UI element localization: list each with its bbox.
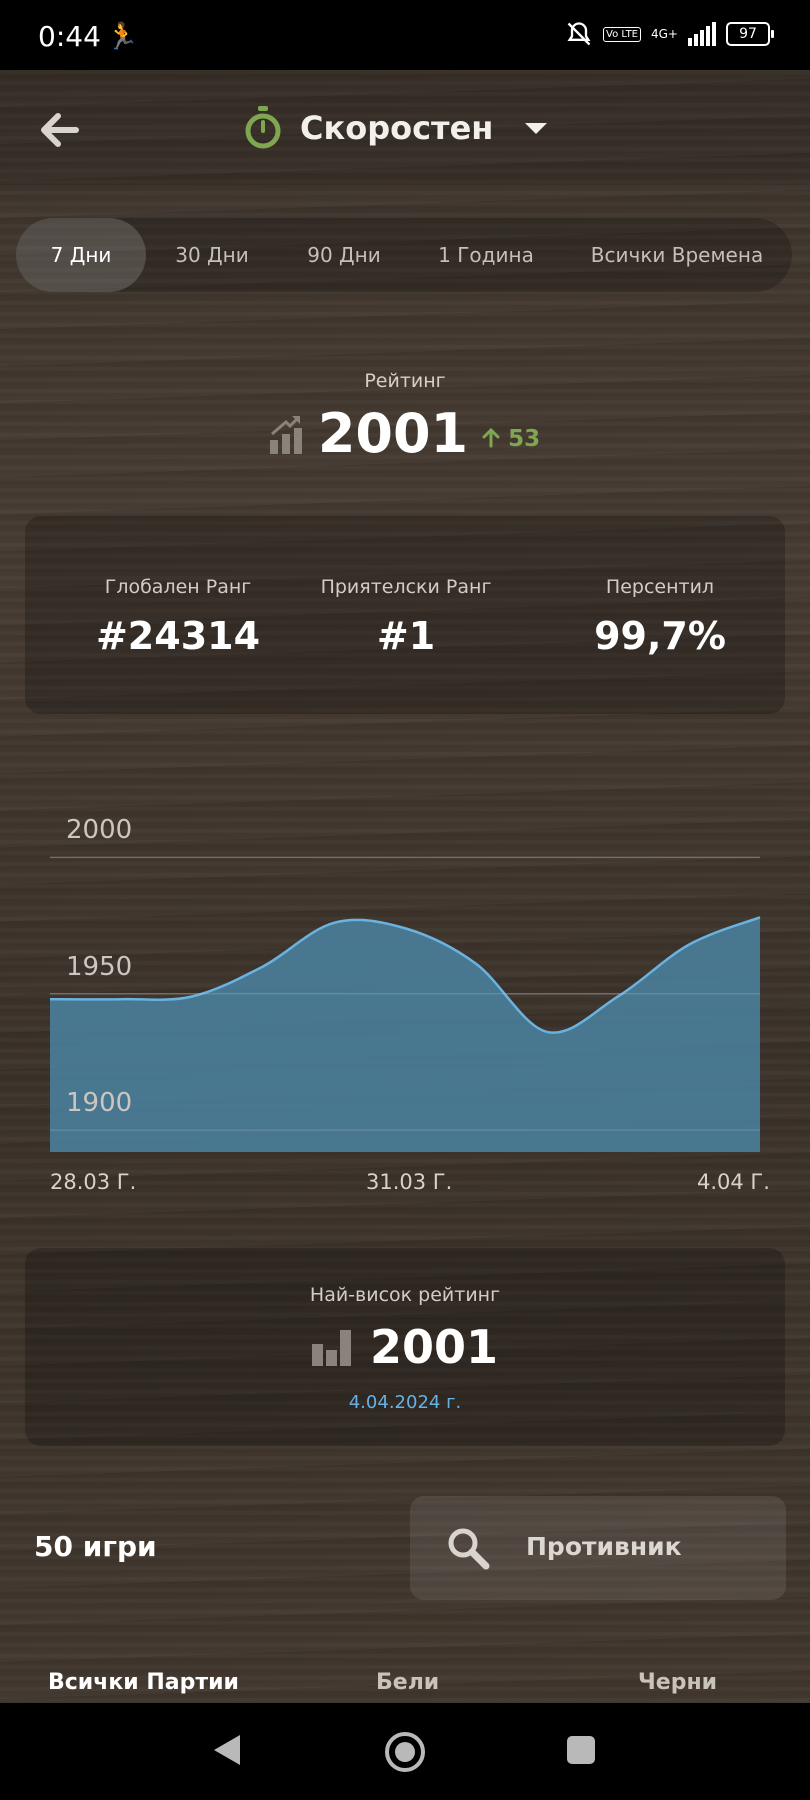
- chevron-down-icon: [525, 122, 548, 134]
- tab-90-days[interactable]: 90 Дни: [278, 218, 410, 292]
- global-rank-label: Глобален Ранг: [104, 576, 252, 598]
- app-header: Скоростен: [0, 70, 810, 185]
- search-icon: [448, 1528, 490, 1570]
- bell-muted-icon: [567, 22, 591, 46]
- volte-badge: Vo LTE: [603, 26, 641, 42]
- filter-all-games[interactable]: Всички Партии: [48, 1670, 239, 1695]
- status-icons: Vo LTE 4G+ 97: [565, 20, 774, 48]
- back-arrow-icon[interactable]: [36, 108, 80, 152]
- best-rating-date[interactable]: 4.04.2024 г.: [0, 1392, 810, 1413]
- y-tick-1950: 1950: [66, 951, 133, 982]
- filter-black[interactable]: Черни: [638, 1670, 717, 1695]
- percentile: Персентил 99,7%: [535, 576, 785, 658]
- best-rating-label: Най-висок рейтинг: [309, 1284, 501, 1306]
- global-rank: Глобален Ранг #24314: [53, 576, 303, 658]
- running-icon: 🏃: [106, 22, 139, 52]
- best-rating-row: 2001: [0, 1320, 810, 1374]
- x-tick-end: 4.04 Г.: [697, 1170, 770, 1194]
- tab-1-year[interactable]: 1 Година: [410, 218, 562, 292]
- stopwatch-icon: [245, 106, 281, 149]
- rating-delta: 53: [482, 426, 540, 452]
- rank-stats-card: Глобален Ранг #24314 Приятелски Ранг #1 …: [25, 516, 785, 714]
- status-bar: 0:44 🏃 Vo LTE 4G+ 97: [0, 0, 810, 70]
- x-tick-middle: 31.03 Г.: [366, 1170, 453, 1194]
- rating-area: [50, 917, 760, 1152]
- rating-delta-value: 53: [508, 425, 541, 452]
- tab-all-time[interactable]: Всички Времена: [562, 218, 792, 292]
- game-type-selector[interactable]: Скоростен: [244, 100, 548, 156]
- tab-7-days[interactable]: 7 Дни: [16, 218, 146, 292]
- system-nav-bar: [0, 1703, 810, 1800]
- nav-back-icon[interactable]: [212, 1733, 242, 1767]
- y-tick-2000: 2000: [66, 815, 133, 846]
- rating-row: 2001 53: [0, 402, 810, 465]
- global-rank-value: #24314: [95, 614, 261, 658]
- status-time: 0:44: [38, 20, 101, 53]
- filter-white[interactable]: Бели: [376, 1670, 439, 1695]
- best-rating-value: 2001: [369, 1320, 499, 1374]
- arrow-up-icon: [482, 427, 500, 447]
- network-type: 4G+: [651, 27, 678, 41]
- x-tick-start: 28.03 Г.: [50, 1170, 137, 1194]
- rating-value: 2001: [317, 402, 469, 465]
- rating-trend-icon: [269, 415, 302, 454]
- nav-recents-icon[interactable]: [566, 1735, 596, 1765]
- friends-rank-label: Приятелски Ранг: [320, 576, 492, 598]
- period-tabs: 7 Дни 30 Дни 90 Дни 1 Година Всички Врем…: [16, 218, 792, 292]
- percentile-label: Персентил: [605, 576, 715, 598]
- percentile-value: 99,7%: [594, 614, 726, 658]
- games-count: 50 игри: [34, 1530, 157, 1563]
- opponent-search-button[interactable]: Противник: [410, 1496, 786, 1600]
- rating-label: Рейтинг: [364, 370, 446, 392]
- y-tick-1900: 1900: [66, 1088, 133, 1119]
- tab-30-days[interactable]: 30 Дни: [146, 218, 278, 292]
- nav-home-icon[interactable]: [384, 1731, 426, 1773]
- opponent-search-label: Противник: [526, 1532, 682, 1561]
- bar-chart-icon: [311, 1330, 351, 1366]
- battery-icon: 97: [726, 22, 774, 46]
- signal-icon: [688, 22, 716, 46]
- friends-rank: Приятелски Ранг #1: [281, 576, 531, 658]
- friends-rank-value: #1: [376, 614, 436, 658]
- page-title: Скоростен: [300, 109, 494, 147]
